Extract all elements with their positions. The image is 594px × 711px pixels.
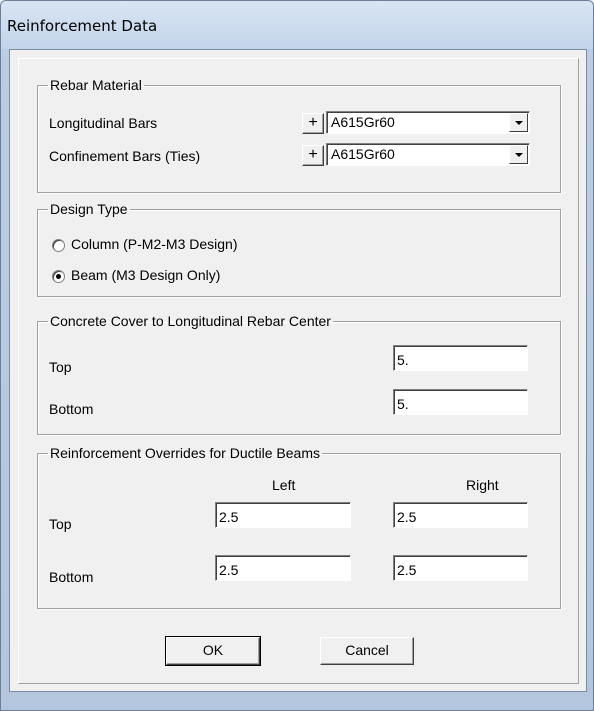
longitudinal-bars-value: A615Gr60 [331,114,395,130]
override-top-label: Top [49,516,72,532]
beam-design-label[interactable]: Beam (M3 Design Only) [71,267,220,283]
chevron-down-icon[interactable] [509,145,528,164]
confinement-bars-value: A615Gr60 [331,146,395,162]
design-type-legend: Design Type [50,201,128,217]
cover-bottom-label: Bottom [49,401,94,417]
right-column-header: Right [466,477,499,493]
confinement-add-button[interactable]: + [302,145,324,166]
concrete-cover-legend: Concrete Cover to Longitudinal Rebar Cen… [50,313,331,329]
reinforcement-overrides-legend: Reinforcement Overrides for Ductile Beam… [50,445,320,461]
concrete-cover-group: Concrete Cover to Longitudinal Rebar Cen… [37,313,561,435]
override-bottom-label: Bottom [49,569,94,585]
beam-design-radio[interactable] [52,270,65,283]
ok-button[interactable]: OK [165,636,261,666]
column-design-label[interactable]: Column (P-M2-M3 Design) [71,236,237,252]
cover-bottom-input[interactable] [393,389,528,415]
confinement-bars-label: Confinement Bars (Ties) [49,148,201,164]
override-bottom-right-input[interactable] [393,555,528,581]
dialog-client-area: Rebar Material Longitudinal Bars + A615G… [9,49,587,692]
longitudinal-bars-select[interactable]: A615Gr60 [326,111,530,134]
longitudinal-bars-label: Longitudinal Bars [49,115,158,131]
dialog-panel: Rebar Material Longitudinal Bars + A615G… [18,58,579,684]
cover-top-input[interactable] [393,345,528,371]
cover-top-label: Top [49,359,72,375]
chevron-down-icon[interactable] [509,113,528,132]
column-design-radio[interactable] [52,239,65,252]
rebar-material-legend: Rebar Material [50,77,142,93]
longitudinal-add-button[interactable]: + [302,113,324,134]
cancel-button[interactable]: Cancel [320,637,414,665]
override-top-left-input[interactable] [215,502,351,528]
confinement-bars-select[interactable]: A615Gr60 [326,143,530,166]
rebar-material-group: Rebar Material [37,77,561,193]
left-column-header: Left [272,477,296,493]
override-bottom-left-input[interactable] [215,555,351,581]
override-top-right-input[interactable] [393,502,528,528]
window-title: Reinforcement Data [7,17,158,35]
reinforcement-data-dialog: Reinforcement Data Rebar Material Longit… [0,0,594,711]
title-bar[interactable]: Reinforcement Data [1,1,593,49]
